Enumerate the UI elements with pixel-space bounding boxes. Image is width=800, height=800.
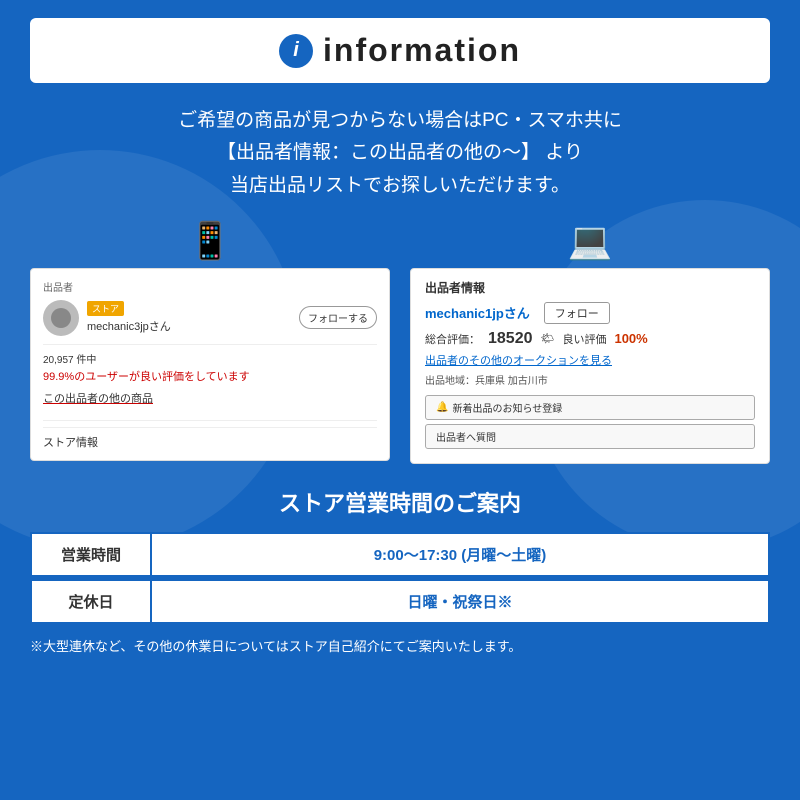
mobile-seller-link[interactable]: この出品者の他の商品: [43, 390, 153, 406]
description-line2: 【出品者情報：この出品者の他の～】 より: [30, 137, 770, 169]
mobile-user-row: ストア mechanic3jpさん フォローする: [43, 300, 377, 336]
hours-value-2: 日曜・祝祭日※: [151, 580, 769, 623]
hours-label-1: 営業時間: [31, 533, 151, 576]
mobile-store-info: ストア情報: [43, 427, 377, 450]
screenshots-row: 📱 出品者 ストア mechanic3jpさん フォローする 20,957 件中…: [30, 220, 770, 464]
description-line2-text: 【出品者情報：この出品者の他の～】 より: [217, 142, 583, 163]
mobile-section-label: 出品者: [43, 279, 377, 294]
pc-section-label: 出品者情報: [425, 279, 755, 296]
hours-table: 営業時間 9:00～17:30 (月曜～土曜) 定休日 日曜・祝祭日※: [30, 532, 770, 624]
store-hours-footnote: ※大型連休など、その他の休業日についてはストア自己紹介にてご案内いたします。: [30, 636, 770, 655]
pc-username: mechanic1jpさん: [425, 303, 530, 322]
pc-rating-row: 総合評価： 18520 🌤 良い評価 100%: [425, 330, 755, 348]
pc-notify-button[interactable]: 🔔 新着出品のお知らせ登録: [425, 395, 755, 420]
pc-auction-link[interactable]: 出品者のその他のオークションを見る: [425, 352, 755, 368]
pc-follow-button[interactable]: フォロー: [544, 302, 610, 324]
description-line3: 当店出品リストでお探しいただけます。: [30, 170, 770, 202]
pc-icon: 💻: [568, 220, 613, 262]
pc-total-num: 18520: [488, 330, 533, 348]
info-header: i information: [30, 18, 770, 83]
pc-total-label: 総合評価：: [425, 331, 480, 347]
pc-question-label: 出品者へ質問: [436, 429, 496, 444]
info-icon: i: [279, 34, 313, 68]
mobile-store-badge: ストア: [87, 301, 124, 316]
mobile-column: 📱 出品者 ストア mechanic3jpさん フォローする 20,957 件中…: [30, 220, 390, 461]
mobile-user-info: ストア mechanic3jpさん: [87, 301, 171, 334]
pc-user-row: mechanic1jpさん フォロー: [425, 302, 755, 324]
pc-location: 出品地域：兵庫県 加古川市: [425, 372, 755, 387]
bell-icon: 🔔: [436, 402, 448, 413]
store-hours-title: ストア営業時間のご案内: [30, 486, 770, 518]
mobile-avatar: [43, 300, 79, 336]
store-hours-section: ストア営業時間のご案内 営業時間 9:00～17:30 (月曜～土曜) 定休日 …: [30, 486, 770, 655]
mobile-follow-button[interactable]: フォローする: [299, 306, 377, 329]
table-row: 営業時間 9:00～17:30 (月曜～土曜): [31, 533, 769, 576]
mobile-positive-rate: 99.9%のユーザーが良い評価をしています: [43, 368, 377, 384]
description-line1: ご希望の商品が見つからない場合はPC・スマホ共に: [30, 105, 770, 137]
pc-good-pct: 100%: [614, 331, 647, 346]
pc-good-label: 良い評価: [562, 331, 606, 347]
mobile-stats: 20,957 件中: [43, 351, 377, 366]
mobile-avatar-inner: [51, 308, 71, 328]
pc-column: 💻 出品者情報 mechanic1jpさん フォロー 総合評価： 18520 🌤…: [410, 220, 770, 464]
pc-question-button[interactable]: 出品者へ質問: [425, 424, 755, 449]
table-row: 定休日 日曜・祝祭日※: [31, 580, 769, 623]
info-title: information: [323, 32, 521, 69]
hours-value-1: 9:00～17:30 (月曜～土曜): [151, 533, 769, 576]
pc-sun-icon: 🌤: [541, 332, 555, 345]
pc-screenshot: 出品者情報 mechanic1jpさん フォロー 総合評価： 18520 🌤 良…: [410, 268, 770, 464]
pc-notify-label: 新着出品のお知らせ登録: [452, 400, 562, 415]
hours-label-2: 定休日: [31, 580, 151, 623]
description-block: ご希望の商品が見つからない場合はPC・スマホ共に 【出品者情報：この出品者の他の…: [30, 105, 770, 202]
mobile-username: mechanic3jpさん: [87, 318, 171, 334]
smartphone-icon: 📱: [188, 220, 233, 262]
mobile-screenshot: 出品者 ストア mechanic3jpさん フォローする 20,957 件中 9…: [30, 268, 390, 461]
